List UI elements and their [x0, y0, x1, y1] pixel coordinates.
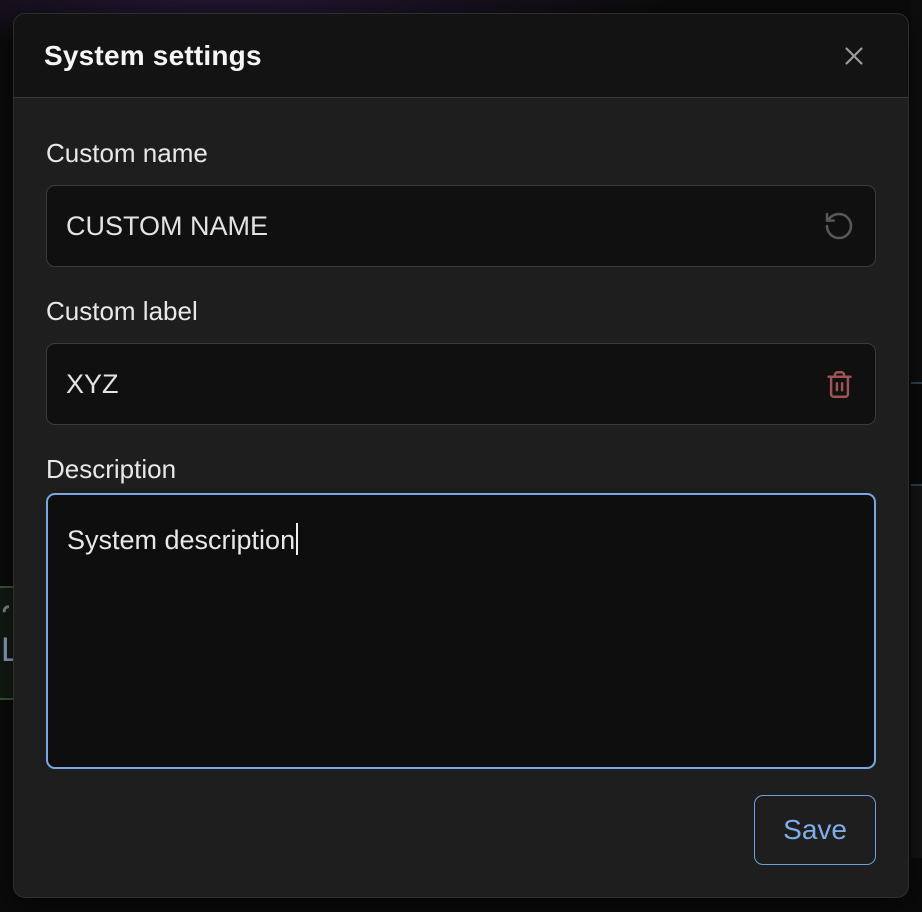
background-left-sliver: L [0, 0, 13, 912]
background-panel-segment [911, 0, 922, 382]
custom-label-field [46, 343, 876, 425]
custom-name-field [46, 185, 876, 267]
custom-label-input[interactable] [46, 343, 876, 425]
background-panel-segment [911, 486, 922, 858]
delete-custom-label-button[interactable] [818, 363, 860, 405]
custom-name-label: Custom name [46, 136, 876, 170]
dialog-title: System settings [44, 40, 262, 72]
dialog-body: Custom name Custom label [14, 98, 908, 898]
reset-custom-name-button[interactable] [818, 205, 860, 247]
background-partial-text: L [1, 630, 13, 670]
description-label: Description [46, 452, 876, 486]
background-right-sliver [911, 0, 922, 912]
close-button[interactable] [836, 38, 872, 74]
dialog-footer: Save [46, 795, 876, 865]
save-button[interactable]: Save [754, 795, 876, 865]
dialog-header: System settings [14, 14, 908, 98]
trash-icon [824, 369, 855, 400]
rotate-ccw-icon [823, 210, 855, 242]
description-textarea[interactable]: System description [46, 493, 876, 769]
custom-name-input[interactable] [46, 185, 876, 267]
background-partial-icon [0, 602, 13, 624]
description-text: System description [67, 525, 295, 555]
close-icon [839, 41, 869, 71]
background-partial-card: L [0, 586, 13, 700]
custom-label-label: Custom label [46, 294, 876, 328]
text-cursor [296, 523, 298, 555]
system-settings-dialog: System settings Custom name Custo [13, 13, 909, 898]
background-panel-segment [911, 384, 922, 484]
background-panel-segment [911, 858, 922, 912]
